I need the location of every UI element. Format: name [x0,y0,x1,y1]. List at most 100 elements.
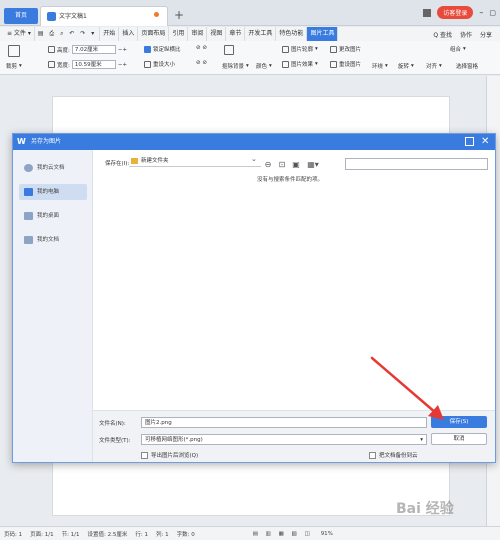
search-menu[interactable]: Q 查找 [433,30,452,39]
menu-view[interactable]: 视图 [207,27,227,41]
zoom-level[interactable]: 91% [321,531,333,537]
height-stepper[interactable]: −+ [118,47,127,53]
height-icon [48,46,55,53]
view-menu-icon[interactable]: ▦▾ [305,160,321,169]
select-pane-button[interactable]: 选择窗格 [456,62,478,70]
layout-icon[interactable] [423,8,432,17]
cancel-button[interactable]: 取消 [431,433,487,445]
home-tab[interactable]: 首页 [4,8,38,24]
menu-page-layout[interactable]: 页面布局 [138,27,170,41]
change-picture-button[interactable]: 更改图片 [330,45,361,53]
maximize-icon[interactable] [465,137,474,146]
width-field: 宽度: 10.59厘米 −+ [48,60,127,69]
folder-icon [131,158,138,164]
menu-features[interactable]: 特色功能 [276,27,308,41]
status-bar: 页码: 1 页面: 1/1 节: 1/1 设置值: 2.5厘米 行: 1 列: … [0,526,500,540]
remove-bg-icon [224,45,234,55]
maximize-icon[interactable]: ▢ [489,9,496,17]
unsaved-dot-icon [154,12,159,17]
share-menu[interactable]: 分享 [480,30,492,39]
height-input[interactable]: 7.02厘米 [71,45,116,54]
dialog-title: 另存为图片 [13,134,495,150]
new-tab-button[interactable]: + [174,8,184,22]
sidebar-item-cloud[interactable]: 我的云文档 [19,160,87,176]
status-pages: 页面: 1/1 [30,531,54,538]
menu-picture-tools[interactable]: 图片工具 [307,27,339,41]
search-input[interactable] [345,158,488,170]
save-in-label: 保存在(I): [105,161,130,167]
width-icon [48,61,55,68]
outline-icon [282,45,289,53]
shape-tools[interactable]: ⊘ ⊘ [196,45,207,51]
sidebar-item-desktop[interactable]: 我的桌面 [19,208,87,224]
collab-menu[interactable]: 协作 [460,30,472,39]
crop-icon [8,45,20,57]
save-as-picture-dialog: 另存为图片 W ✕ 我的云文档 我的电脑 我的桌面 我的文档 保存在(I): 新… [12,133,496,463]
up-folder-icon[interactable]: ⊡ [277,160,287,169]
status-row: 行: 1 [135,531,148,538]
close-icon[interactable]: ✕ [481,134,489,150]
change-picture-icon [330,45,337,53]
menu-bar: ≡ 文件 ▾ ▤ ⎙ ⌕ ↶ ↷ ▾ 开始 插入 页面布局 引用 审阅 视图 章… [0,27,500,41]
export-browse-checkbox[interactable]: 导出图片后浏览(Q) [141,451,198,459]
filename-input[interactable]: 图片2.png [141,417,427,428]
menu-review[interactable]: 审阅 [188,27,208,41]
watermark: Bai 经验 [396,501,454,517]
save-in-dropdown[interactable]: 新建文件夹 [129,155,261,167]
chevron-down-icon: ▾ [420,437,423,443]
reset-picture-icon [330,60,337,68]
minimize-icon[interactable]: – [479,8,483,17]
checkbox-icon [141,451,148,459]
login-button[interactable]: 访客登录 [437,6,474,19]
reset-size-icon [144,60,151,68]
lock-ratio-checkbox[interactable]: 锁定纵横比 [144,45,181,53]
remove-bg-button[interactable] [224,45,234,55]
reset-size-button[interactable]: 重设大小 [144,60,175,68]
new-folder-icon[interactable]: ▣ [291,160,301,169]
screenshot-button[interactable]: 裁剪 ▾ [6,62,22,70]
wps-writer-icon [47,12,56,21]
status-page: 页码: 1 [4,531,23,538]
wrap-button[interactable]: 环绕 ▾ [372,62,388,70]
dialog-sidebar: 我的云文档 我的电脑 我的桌面 我的文档 [13,150,93,462]
picture-effect-button[interactable]: 图片效果 ▾ [282,60,318,68]
status-section: 节: 1/1 [61,531,80,538]
menu-developer[interactable]: 开发工具 [245,27,277,41]
backup-cloud-checkbox[interactable]: 把文档备份到云 [369,451,418,459]
status-col: 列: 1 [155,531,169,538]
filetype-label: 文件类型(T): [99,438,131,444]
chevron-down-icon[interactable]: ⌄ [251,155,257,163]
file-menu[interactable]: ≡ 文件 ▾ [4,27,35,41]
menu-start[interactable]: 开始 [100,27,120,41]
save-button[interactable]: 保存(S) [431,416,487,428]
reset-picture-button[interactable]: 重设图片 [330,60,361,68]
cloud-icon [24,164,33,172]
menu-chapter[interactable]: 章节 [226,27,246,41]
width-input[interactable]: 10.59厘米 [71,60,116,69]
sidebar-item-computer[interactable]: 我的电脑 [19,184,87,200]
width-stepper[interactable]: −+ [118,62,127,68]
group-button[interactable]: 组合 ▾ [450,45,466,53]
align-button[interactable]: 对齐 ▾ [426,62,442,70]
checkbox-checked-icon [144,45,151,53]
view-mode-icons[interactable]: ▤ ▥ ▦ ▧ ◫ [253,531,313,537]
remove-bg-label[interactable]: 抠除背景 ▾ [222,62,249,70]
filetype-dropdown[interactable]: 可移植网络图形(*.png) ▾ [141,434,427,445]
menu-insert[interactable]: 插入 [119,27,139,41]
color-button[interactable]: 颜色 ▾ [256,62,272,70]
desktop-icon [24,212,33,220]
rotate-tools[interactable]: ⊘ ⊘ [196,60,207,66]
crop-button[interactable] [8,45,20,57]
window-controls: 访客登录 – ▢ [423,6,496,19]
filename-label: 文件名(N): [99,421,126,427]
back-icon[interactable]: ⊖ [263,160,273,169]
picture-outline-button[interactable]: 图片轮廓 ▾ [282,45,318,53]
quick-access-icons[interactable]: ▤ ⎙ ⌕ ↶ ↷ ▾ [35,27,101,41]
folder-icon [24,236,33,244]
sidebar-item-documents[interactable]: 我的文档 [19,232,87,248]
menu-reference[interactable]: 引用 [169,27,189,41]
ribbon: 裁剪 ▾ 高度: 7.02厘米 −+ 宽度: 10.59厘米 −+ 锁定纵横比 … [0,41,500,75]
document-tab[interactable]: 文字文稿1 [40,6,168,26]
status-words: 字数: 0 [176,531,195,538]
rotate-button[interactable]: 旋转 ▾ [398,62,414,70]
